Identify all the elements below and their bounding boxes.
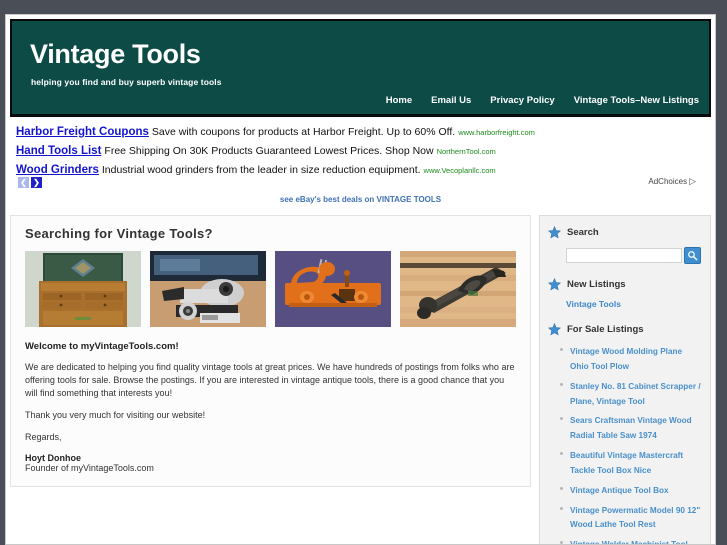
- welcome-heading: Welcome to myVintageTools.com!: [25, 341, 179, 352]
- signature-name: Hoyt Donhoe: [25, 453, 81, 464]
- for-sale-list: Vintage Wood Molding Plane Ohio Tool Plo…: [559, 344, 702, 544]
- listing-link[interactable]: Beautiful Vintage Mastercraft Tackle Too…: [570, 451, 683, 475]
- list-item: Vintage Powermatic Model 90 12" Wood Lat…: [559, 503, 702, 533]
- star-icon: [548, 225, 561, 239]
- site-title: Vintage Tools: [30, 39, 201, 69]
- ad-url[interactable]: www.harborfreight.com: [458, 128, 535, 137]
- search-button[interactable]: [684, 247, 701, 264]
- ebay-deals-note[interactable]: see eBay's best deals on VINTAGE TOOLS: [10, 195, 711, 204]
- listing-link[interactable]: Vintage Antique Tool Box: [570, 486, 669, 495]
- sidebar: Search New Listings Vintage Tools For Sa…: [539, 215, 711, 544]
- search-heading: Search: [567, 227, 599, 238]
- thumbnail-belt-sander[interactable]: [150, 251, 266, 327]
- adchoices-triangle-icon: ▷: [689, 176, 696, 186]
- new-listings-heading: New Listings: [567, 279, 626, 290]
- nav-item-home[interactable]: Home: [386, 95, 412, 106]
- thumbnail-orange-plane[interactable]: [275, 251, 391, 327]
- main-navigation: Home Email Us Privacy Policy Vintage Too…: [386, 95, 699, 106]
- nav-item-new-listings[interactable]: Vintage Tools–New Listings: [574, 95, 699, 106]
- thanks-paragraph: Thank you very much for visiting our web…: [25, 410, 206, 421]
- ad-url[interactable]: www.Vecoplanllc.com: [424, 166, 496, 176]
- thumbnail-gallery: [25, 251, 516, 327]
- ad-pagination: ❮ ❯: [18, 177, 42, 188]
- ad-description: Save with coupons for products at Harbor…: [151, 126, 456, 138]
- adchoices-text: AdChoices: [648, 177, 688, 186]
- advertisement-block: Harbor Freight Coupons Save with coupons …: [10, 123, 711, 204]
- new-listings-link[interactable]: Vintage Tools: [566, 299, 702, 309]
- list-item: Sears Craftsman Vintage Wood Radial Tabl…: [559, 413, 702, 443]
- content-area: Searching for Vintage Tools? Welcome to …: [10, 215, 711, 544]
- sidebar-section-for-sale: For Sale Listings: [548, 322, 702, 336]
- ad-title-link[interactable]: Harbor Freight Coupons: [16, 126, 149, 138]
- listing-link[interactable]: Sears Craftsman Vintage Wood Radial Tabl…: [570, 416, 692, 440]
- search-form: [566, 247, 702, 264]
- for-sale-heading: For Sale Listings: [567, 324, 644, 335]
- list-item: Vintage Wood Molding Plane Ohio Tool Plo…: [559, 344, 702, 374]
- list-item: Stanley No. 81 Cabinet Scrapper / Plane,…: [559, 379, 702, 409]
- site-tagline: helping you find and buy superb vintage …: [31, 77, 222, 87]
- ad-row: Hand Tools List Free Shipping On 30K Prod…: [16, 145, 705, 158]
- nav-item-privacy-policy[interactable]: Privacy Policy: [490, 95, 554, 106]
- sidebar-section-new-listings: New Listings: [548, 277, 702, 291]
- nav-item-email-us[interactable]: Email Us: [431, 95, 471, 106]
- search-input[interactable]: [566, 248, 682, 263]
- adchoices-label[interactable]: AdChoices ▷: [648, 176, 696, 187]
- list-item: Vintage Antique Tool Box: [559, 483, 702, 498]
- list-item: Vintage Welder Machinist Tool Box Metal: [559, 537, 702, 544]
- intro-paragraph: We are dedicated to helping you find qua…: [25, 362, 515, 399]
- sidebar-section-search: Search: [548, 225, 702, 239]
- regards-paragraph: Regards,: [25, 432, 62, 443]
- main-content: Searching for Vintage Tools? Welcome to …: [10, 215, 531, 487]
- listing-link[interactable]: Stanley No. 81 Cabinet Scrapper / Plane,…: [570, 382, 701, 406]
- ad-row: Wood Grinders Industrial wood grinders fr…: [16, 164, 705, 177]
- ad-row: Harbor Freight Coupons Save with coupons …: [16, 126, 705, 139]
- listing-link[interactable]: Vintage Powermatic Model 90 12" Wood Lat…: [570, 506, 700, 530]
- ad-description: Free Shipping On 30K Products Guaranteed…: [104, 145, 434, 158]
- ad-next-arrow-icon[interactable]: ❯: [31, 177, 42, 188]
- ad-title-link[interactable]: Hand Tools List: [16, 145, 101, 157]
- ad-title-link[interactable]: Wood Grinders: [16, 164, 99, 176]
- page-title: Searching for Vintage Tools?: [25, 226, 213, 241]
- star-icon: [548, 277, 561, 291]
- page-frame: Vintage Tools helping you find and buy s…: [5, 14, 716, 545]
- browser-viewport: Vintage Tools helping you find and buy s…: [0, 0, 727, 545]
- thumbnail-hand-plane[interactable]: [400, 251, 516, 327]
- listing-link[interactable]: Vintage Wood Molding Plane Ohio Tool Plo…: [570, 347, 682, 371]
- star-icon: [548, 322, 561, 336]
- ad-prev-arrow-icon[interactable]: ❮: [18, 177, 29, 188]
- ad-url[interactable]: NorthernTool.com: [437, 147, 496, 156]
- thumbnail-tool-chest[interactable]: [25, 251, 141, 327]
- site-header: Vintage Tools helping you find and buy s…: [10, 19, 711, 117]
- signature-role: Founder of myVintageTools.com: [25, 463, 154, 474]
- list-item: Beautiful Vintage Mastercraft Tackle Too…: [559, 448, 702, 478]
- ad-description: Industrial wood grinders from the leader…: [101, 164, 421, 177]
- listing-link[interactable]: Vintage Welder Machinist Tool Box Metal: [570, 540, 688, 544]
